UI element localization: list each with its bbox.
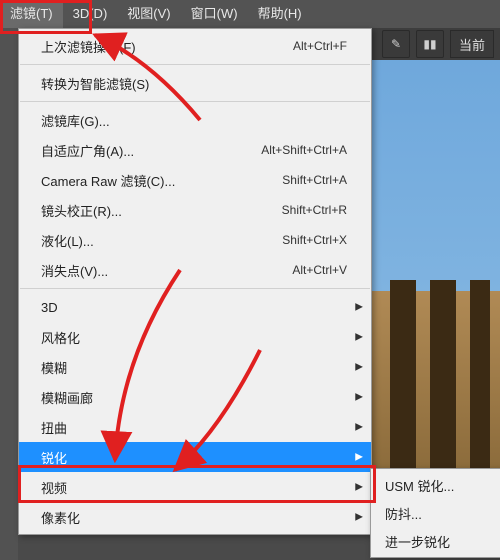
menu-item-lens-correction[interactable]: 镜头校正(R)... Shift+Ctrl+R bbox=[19, 195, 371, 225]
menu-item-label: Camera Raw 滤镜(C)... bbox=[41, 171, 282, 190]
tree-trunk bbox=[470, 280, 490, 480]
menu-item-blur-gallery[interactable]: 模糊画廊 ▶ bbox=[19, 382, 371, 412]
menu-item-distort[interactable]: 扭曲 ▶ bbox=[19, 412, 371, 442]
menu-item-adaptive-wide[interactable]: 自适应广角(A)... Alt+Shift+Ctrl+A bbox=[19, 135, 371, 165]
menu-item-sharpen[interactable]: 锐化 ▶ bbox=[19, 442, 371, 472]
menu-filter[interactable]: 滤镜(T) bbox=[0, 0, 63, 28]
submenu-arrow-icon: ▶ bbox=[355, 512, 363, 523]
submenu-arrow-icon: ▶ bbox=[355, 452, 363, 463]
menu-item-3d[interactable]: 3D ▶ bbox=[19, 292, 371, 322]
menu-item-shortcut: Alt+Ctrl+F bbox=[293, 39, 347, 53]
menu-separator bbox=[20, 64, 370, 65]
workspace-current-tab[interactable]: 当前 bbox=[450, 30, 494, 58]
menu-item-pixelate[interactable]: 像素化 ▶ bbox=[19, 502, 371, 532]
options-bar-right: ✎ ▮▮ 当前 bbox=[382, 28, 500, 60]
menu-item-label: 自适应广角(A)... bbox=[41, 141, 261, 160]
menu-item-liquify[interactable]: 液化(L)... Shift+Ctrl+X bbox=[19, 225, 371, 255]
sharpen-submenu: USM 锐化... 防抖... 进一步锐化 bbox=[370, 468, 500, 558]
menu-item-shortcut: Alt+Ctrl+V bbox=[292, 263, 347, 277]
menu-3d[interactable]: 3D(D) bbox=[63, 0, 118, 28]
menu-item-label: 进一步锐化 bbox=[385, 532, 487, 551]
menu-item-vanishing-point[interactable]: 消失点(V)... Alt+Ctrl+V bbox=[19, 255, 371, 285]
menu-item-shortcut: Shift+Ctrl+R bbox=[282, 203, 347, 217]
panels-icon[interactable]: ▮▮ bbox=[416, 30, 444, 58]
menu-item-last-filter[interactable]: 上次滤镜操作(F) Alt+Ctrl+F bbox=[19, 31, 371, 61]
submenu-arrow-icon: ▶ bbox=[355, 302, 363, 313]
submenu-item-sharpen-more[interactable]: 进一步锐化 bbox=[371, 527, 500, 555]
menu-item-shortcut: Shift+Ctrl+X bbox=[282, 233, 347, 247]
menu-separator bbox=[20, 288, 370, 289]
menu-view[interactable]: 视图(V) bbox=[117, 0, 180, 28]
menu-item-label: 镜头校正(R)... bbox=[41, 201, 282, 220]
submenu-arrow-icon: ▶ bbox=[355, 362, 363, 373]
menu-help[interactable]: 帮助(H) bbox=[248, 0, 312, 28]
menubar: 滤镜(T) 3D(D) 视图(V) 窗口(W) 帮助(H) bbox=[0, 0, 500, 28]
menu-item-label: 像素化 bbox=[41, 508, 347, 527]
menu-item-label: 锐化 bbox=[41, 448, 347, 467]
menu-item-stylize[interactable]: 风格化 ▶ bbox=[19, 322, 371, 352]
menu-item-label: 防抖... bbox=[385, 504, 487, 523]
menu-item-label: 视频 bbox=[41, 478, 347, 497]
submenu-arrow-icon: ▶ bbox=[355, 482, 363, 493]
menu-item-label: 滤镜库(G)... bbox=[41, 111, 347, 130]
submenu-item-usm[interactable]: USM 锐化... bbox=[371, 471, 500, 499]
menu-item-convert-smart[interactable]: 转换为智能滤镜(S) bbox=[19, 68, 371, 98]
tree-trunk bbox=[430, 280, 456, 480]
menu-item-video[interactable]: 视频 ▶ bbox=[19, 472, 371, 502]
menu-item-label: 转换为智能滤镜(S) bbox=[41, 74, 347, 93]
filter-menu: 上次滤镜操作(F) Alt+Ctrl+F 转换为智能滤镜(S) 滤镜库(G)..… bbox=[18, 28, 372, 535]
canvas-photo-backdrop bbox=[370, 60, 500, 480]
submenu-item-shake-reduction[interactable]: 防抖... bbox=[371, 499, 500, 527]
pin-icon[interactable]: ✎ bbox=[382, 30, 410, 58]
submenu-arrow-icon: ▶ bbox=[355, 332, 363, 343]
menu-window[interactable]: 窗口(W) bbox=[181, 0, 248, 28]
menu-item-blur[interactable]: 模糊 ▶ bbox=[19, 352, 371, 382]
menu-separator bbox=[20, 101, 370, 102]
submenu-arrow-icon: ▶ bbox=[355, 392, 363, 403]
menu-item-label: 风格化 bbox=[41, 328, 347, 347]
menu-item-label: 上次滤镜操作(F) bbox=[41, 37, 293, 56]
menu-item-label: 模糊 bbox=[41, 358, 347, 377]
toolbox-sliver bbox=[0, 28, 18, 560]
submenu-arrow-icon: ▶ bbox=[355, 422, 363, 433]
menu-item-label: 消失点(V)... bbox=[41, 261, 292, 280]
menu-item-shortcut: Alt+Shift+Ctrl+A bbox=[261, 143, 347, 157]
tree-trunk bbox=[390, 280, 416, 480]
menu-item-label: 液化(L)... bbox=[41, 231, 282, 250]
menu-item-filter-gallery[interactable]: 滤镜库(G)... bbox=[19, 105, 371, 135]
menu-item-label: 3D bbox=[41, 300, 347, 315]
menu-item-label: USM 锐化... bbox=[385, 476, 487, 495]
menu-item-shortcut: Shift+Ctrl+A bbox=[282, 173, 347, 187]
menu-item-camera-raw[interactable]: Camera Raw 滤镜(C)... Shift+Ctrl+A bbox=[19, 165, 371, 195]
menu-item-label: 模糊画廊 bbox=[41, 388, 347, 407]
menu-item-label: 扭曲 bbox=[41, 418, 347, 437]
